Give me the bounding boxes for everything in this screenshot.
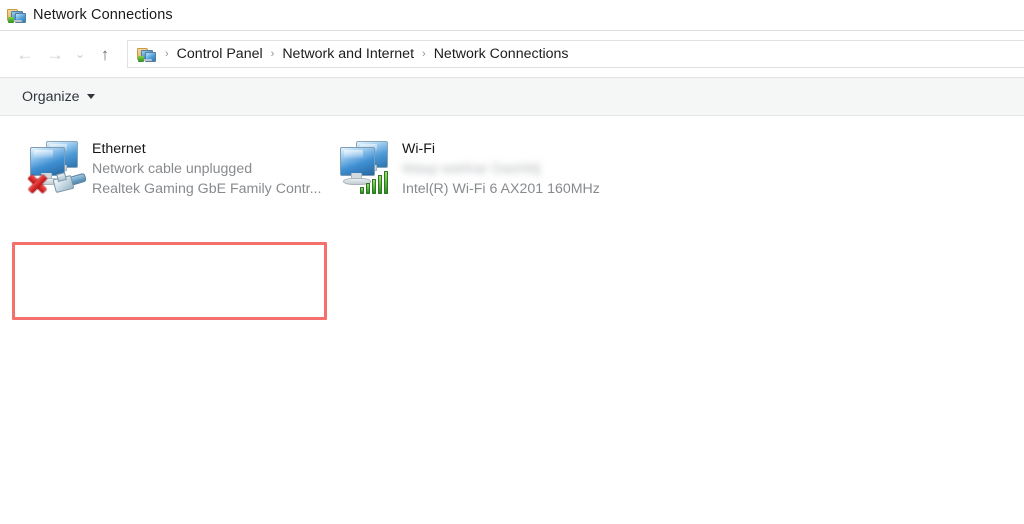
breadcrumb-item-control-panel[interactable]: Control Panel	[177, 46, 263, 62]
breadcrumb-network-icon[interactable]	[137, 46, 156, 63]
red-x-error-icon	[26, 172, 48, 194]
connection-adapter: Intel(R) Wi-Fi 6 AX201 160MHz	[402, 181, 600, 197]
organize-button[interactable]: Organize	[17, 86, 100, 108]
wifi-adapter-icon	[334, 136, 396, 196]
breadcrumb-item-network-and-internet[interactable]: Network and Internet	[282, 46, 414, 62]
up-one-level-icon[interactable]: ↑	[90, 39, 120, 69]
chevron-down-icon	[86, 94, 95, 99]
address-bar[interactable]: › Control Panel › Network and Internet ›…	[127, 40, 1024, 68]
breadcrumb-item-network-connections[interactable]: Network Connections	[434, 46, 569, 62]
connection-name: Ethernet	[92, 141, 146, 157]
ethernet-adapter-icon	[24, 136, 87, 196]
window-title-bar: Network Connections	[0, 0, 1024, 31]
organize-label: Organize	[22, 88, 80, 105]
connection-name: Wi-Fi	[402, 141, 436, 157]
green-signal-bars-icon	[360, 170, 389, 194]
connection-adapter: Realtek Gaming GbE Family Contr...	[92, 181, 322, 197]
connection-status-redacted: Wasp wahhar Dashfdj	[402, 161, 541, 177]
network-connections-icon	[7, 7, 26, 24]
forward-icon[interactable]: →	[40, 39, 70, 69]
back-icon[interactable]: ←	[10, 39, 40, 69]
window-title: Network Connections	[33, 7, 173, 23]
breadcrumb-separator-icon: ›	[422, 48, 426, 60]
ethernet-text-block: Ethernet Network cable unplugged Realtek…	[92, 136, 322, 199]
list-item-ethernet[interactable]: Ethernet Network cable unplugged Realtek…	[18, 128, 328, 207]
connections-content-area: Ethernet Network cable unplugged Realtek…	[0, 116, 1024, 524]
recent-locations-chevron-down-icon[interactable]: ⌄	[70, 39, 90, 69]
rj45-plug-icon	[52, 172, 87, 194]
navigation-bar: ← → ⌄ ↑ › Control Panel › Network and In…	[0, 31, 1024, 78]
list-item-wifi[interactable]: Wi-Fi Wasp wahhar Dashfdj Intel(R) Wi-Fi…	[328, 128, 638, 207]
annotation-highlight-box	[12, 242, 327, 320]
breadcrumb-separator-icon: ›	[270, 48, 275, 60]
connection-status: Network cable unplugged	[92, 161, 253, 177]
command-bar: Organize	[0, 78, 1024, 116]
breadcrumb-separator-icon: ›	[165, 48, 169, 60]
connections-list: Ethernet Network cable unplugged Realtek…	[0, 128, 1024, 207]
wifi-text-block: Wi-Fi Wasp wahhar Dashfdj Intel(R) Wi-Fi…	[402, 136, 632, 199]
